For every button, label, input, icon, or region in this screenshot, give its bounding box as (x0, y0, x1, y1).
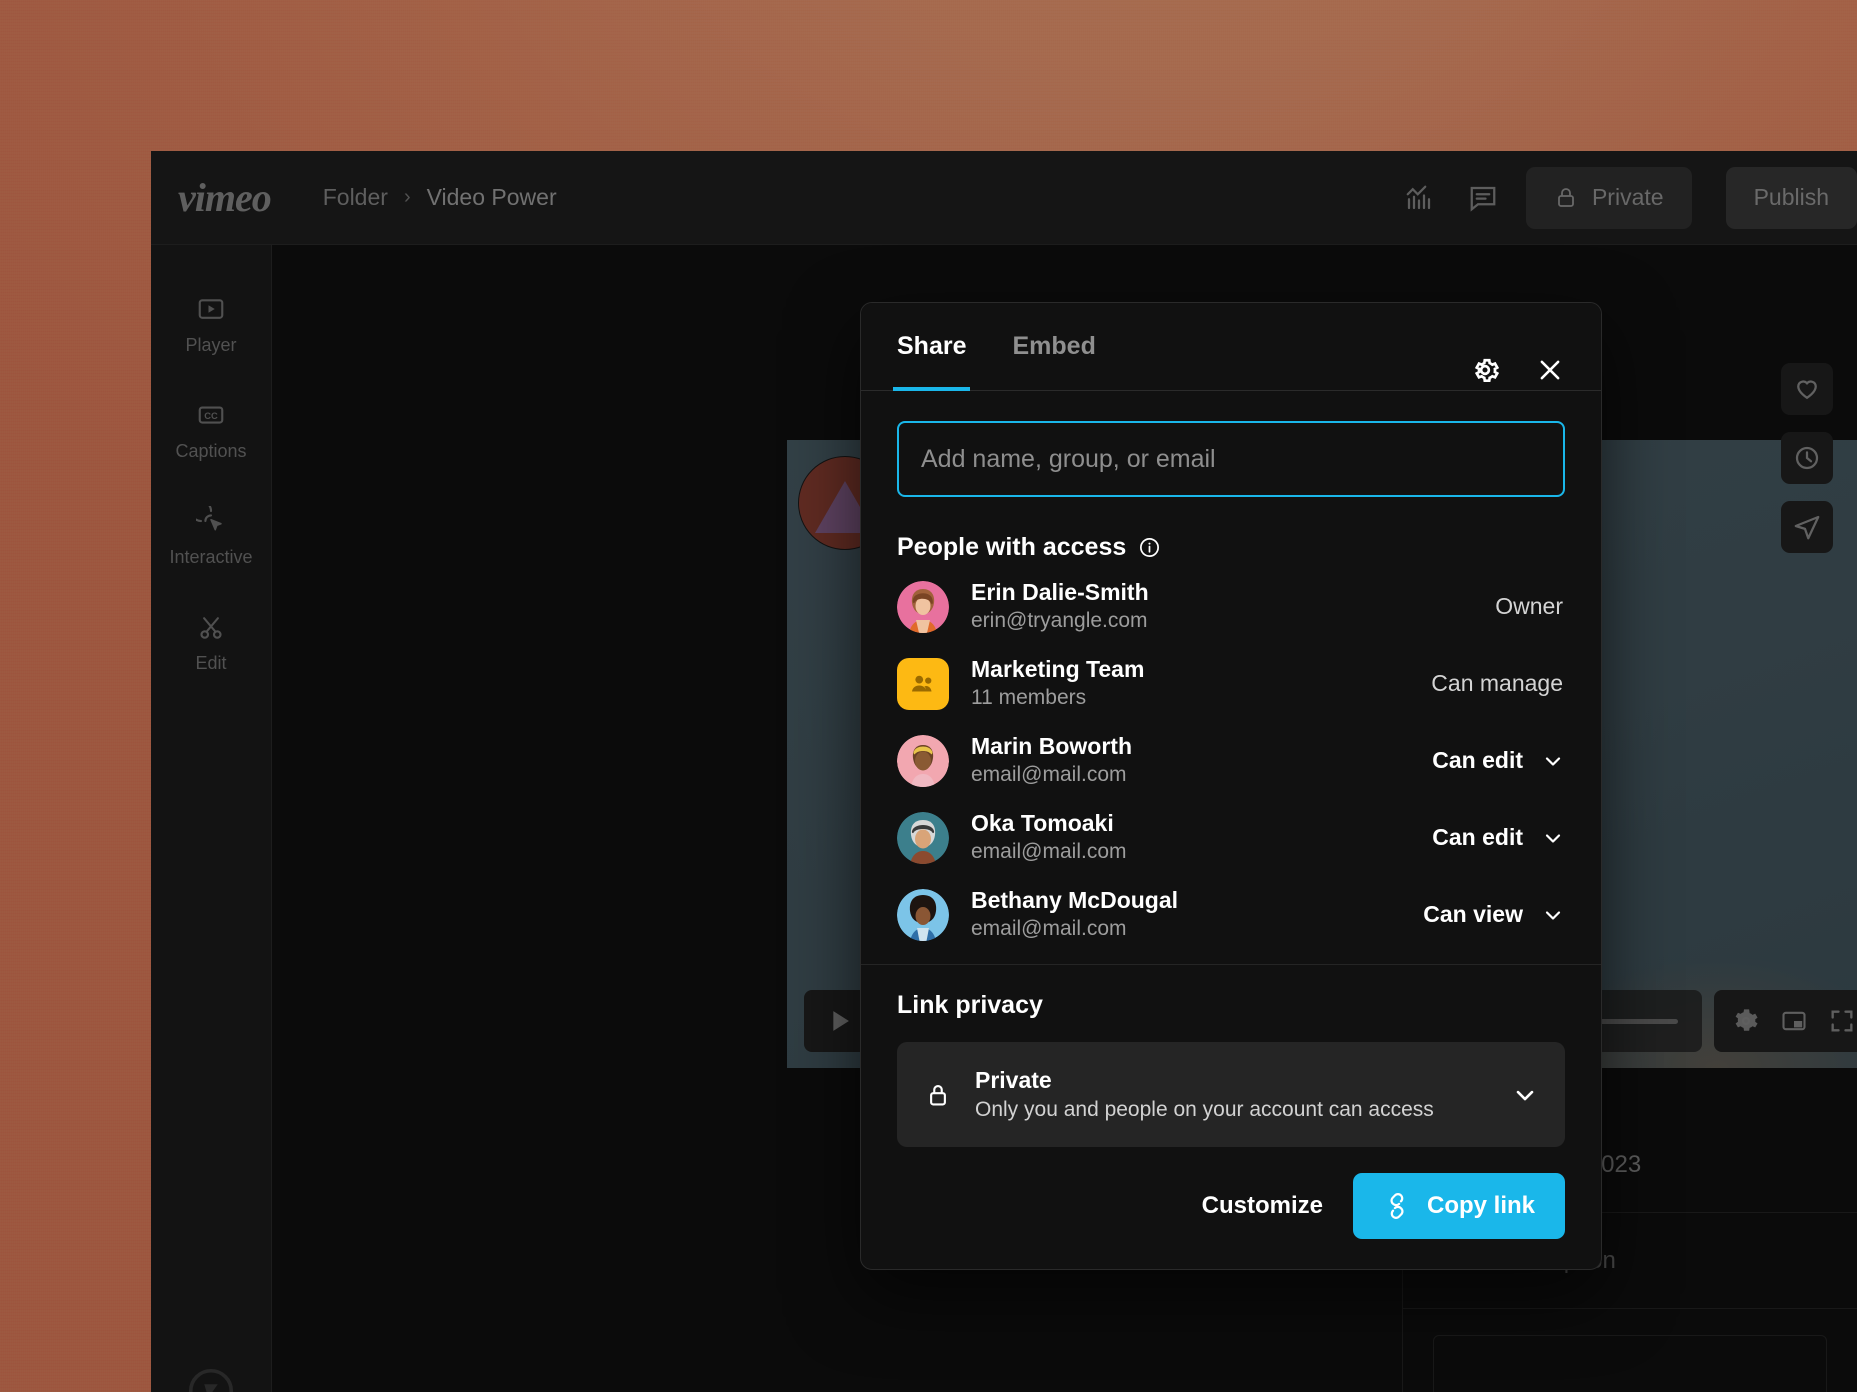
person-detail: email@mail.com (971, 917, 1127, 941)
lock-icon (923, 1080, 953, 1110)
modal-header-icons (1469, 354, 1565, 390)
avatar (897, 811, 949, 864)
link-privacy-dropdown[interactable]: Private Only you and people on your acco… (897, 1042, 1565, 1147)
person-role-label: Can edit (1432, 747, 1523, 773)
person-role-label: Can manage (1431, 670, 1563, 696)
person-role: Can manage (1431, 670, 1565, 697)
modal-footer: Customize Copy link (861, 1147, 1601, 1269)
link-privacy-option-title: Private (975, 1067, 1052, 1093)
tab-embed[interactable]: Embed (1012, 303, 1095, 390)
avatar (897, 580, 949, 633)
person-info: Oka Tomoaki email@mail.com (971, 809, 1127, 865)
link-icon (1383, 1192, 1411, 1220)
chevron-down-icon (1541, 903, 1565, 927)
tab-share[interactable]: Share (892, 303, 972, 391)
copy-link-label: Copy link (1426, 1192, 1535, 1219)
person-role-dropdown[interactable]: Can view (1423, 901, 1565, 928)
gear-icon[interactable] (1469, 354, 1501, 386)
link-privacy-option: Private Only you and people on your acco… (975, 1067, 1434, 1122)
link-privacy-heading: Link privacy (897, 991, 1043, 1019)
person-role-dropdown[interactable]: Can edit (1432, 747, 1565, 774)
person-detail: 11 members (971, 686, 1087, 710)
people-with-access-heading: People with access (897, 533, 1565, 562)
list-item[interactable]: Oka Tomoaki email@mail.com Can edit (897, 799, 1565, 876)
person-name: Bethany McDougal (971, 887, 1179, 914)
list-item[interactable]: Marketing Team 11 members Can manage (897, 645, 1565, 722)
modal-header: Share Embed (861, 303, 1601, 391)
person-role-label: Can view (1423, 901, 1523, 927)
list-item[interactable]: Bethany McDougal email@mail.com Can view (897, 876, 1565, 953)
invite-input[interactable] (897, 421, 1565, 497)
modal-body: People with access (861, 391, 1601, 568)
person-info: Erin Dalie-Smith erin@tryangle.com (971, 578, 1149, 634)
avatar (897, 888, 949, 941)
share-modal: Share Embed People with access (860, 302, 1602, 1270)
copy-link-button[interactable]: Copy link (1352, 1173, 1565, 1239)
person-name: Marketing Team (971, 656, 1145, 683)
avatar (897, 657, 949, 710)
person-role-label: Owner (1495, 593, 1563, 619)
close-icon[interactable] (1535, 355, 1565, 385)
person-name: Erin Dalie-Smith (971, 579, 1149, 606)
person-name: Oka Tomoaki (971, 810, 1114, 837)
customize-button[interactable]: Customize (1202, 1192, 1323, 1220)
link-privacy-option-subtitle: Only you and people on your account can … (975, 1098, 1434, 1121)
person-role-dropdown[interactable]: Can edit (1432, 824, 1565, 851)
person-detail: email@mail.com (971, 840, 1127, 864)
info-icon[interactable] (1138, 536, 1161, 559)
chevron-down-icon (1541, 749, 1565, 773)
person-name: Marin Boworth (971, 733, 1132, 760)
list-item[interactable]: Marin Boworth email@mail.com Can edit (897, 722, 1565, 799)
chevron-down-icon (1541, 826, 1565, 850)
link-privacy-section: Link privacy Private Only you and people… (861, 964, 1601, 1147)
person-detail: email@mail.com (971, 763, 1127, 787)
person-info: Bethany McDougal email@mail.com (971, 886, 1178, 942)
person-info: Marketing Team 11 members (971, 655, 1144, 711)
chevron-down-icon (1511, 1081, 1539, 1109)
person-role: Owner (1495, 593, 1565, 620)
avatar (897, 734, 949, 787)
people-with-access-label: People with access (897, 533, 1127, 561)
person-detail: erin@tryangle.com (971, 609, 1148, 633)
person-info: Marin Boworth email@mail.com (971, 732, 1132, 788)
list-item[interactable]: Erin Dalie-Smith erin@tryangle.com Owner (897, 568, 1565, 645)
list-item[interactable]: Chase Robinson Can view (897, 953, 1565, 964)
modal-tabs: Share Embed (892, 303, 1096, 391)
people-access-list[interactable]: Erin Dalie-Smith erin@tryangle.com Owner… (861, 568, 1601, 964)
person-role-label: Can edit (1432, 824, 1523, 850)
